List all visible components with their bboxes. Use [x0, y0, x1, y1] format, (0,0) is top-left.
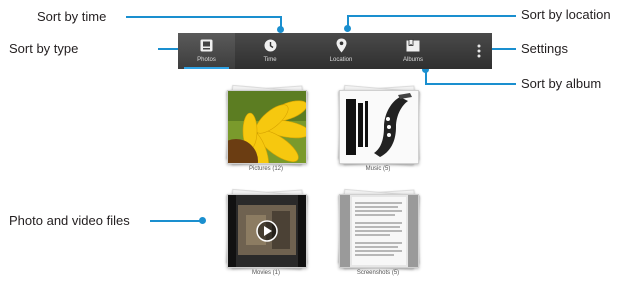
- album-caption: Music (5): [365, 166, 391, 172]
- tab-active-indicator: [184, 67, 229, 69]
- gallery-tab-bar: Photos Time Location Albums: [178, 33, 492, 69]
- album-thumbnail: [223, 84, 309, 166]
- saxophone-thumbnail: [339, 90, 419, 164]
- album-thumbnail: [223, 188, 309, 270]
- tab-photos-label: Photos: [197, 57, 216, 63]
- tab-albums[interactable]: Albums: [377, 33, 449, 69]
- tab-bar-spacer: [449, 33, 466, 69]
- settings-button[interactable]: [466, 33, 492, 69]
- tab-location-label: Location: [329, 57, 353, 63]
- callout-sort-by-time: Sort by time: [37, 9, 107, 24]
- tab-photos[interactable]: Photos: [178, 33, 235, 69]
- sunflower-thumbnail: [227, 90, 307, 164]
- clock-icon: [262, 37, 278, 53]
- overflow-menu-icon: [471, 43, 487, 59]
- album-caption: Pictures (12): [248, 166, 283, 172]
- tab-location[interactable]: Location: [305, 33, 377, 69]
- album-thumbnail: [335, 188, 421, 270]
- albums-icon: [405, 37, 421, 53]
- album-pictures[interactable]: Pictures (12): [216, 84, 316, 172]
- album-movies[interactable]: Movies (1): [216, 188, 316, 276]
- callout-settings: Settings: [521, 41, 568, 56]
- callout-sort-by-location: Sort by location: [521, 7, 611, 22]
- album-caption: Screenshots (5): [356, 270, 400, 276]
- leader-dot-files: [199, 217, 206, 224]
- leader-line-time: [126, 16, 281, 18]
- tab-albums-label: Albums: [402, 57, 423, 63]
- callout-sort-by-type: Sort by type: [9, 41, 79, 56]
- album-music[interactable]: Music (5): [328, 84, 428, 172]
- leader-line-album: [426, 83, 516, 85]
- leader-dot-time: [277, 26, 284, 33]
- album-screenshots[interactable]: Screenshots (5): [328, 188, 428, 276]
- screenshot-thumbnail: [339, 194, 419, 268]
- video-thumbnail: [227, 194, 307, 268]
- tab-time[interactable]: Time: [235, 33, 305, 69]
- leader-dot-location: [344, 25, 351, 32]
- album-thumbnail: [335, 84, 421, 166]
- leader-line-location: [348, 15, 516, 17]
- leader-line-files: [150, 220, 202, 222]
- callout-sort-by-album: Sort by album: [521, 76, 602, 91]
- photos-icon: [199, 37, 215, 53]
- tab-time-label: Time: [263, 57, 277, 63]
- album-caption: Movies (1): [251, 270, 280, 276]
- callout-photo-video-files: Photo and video files: [9, 213, 130, 228]
- location-pin-icon: [333, 37, 349, 53]
